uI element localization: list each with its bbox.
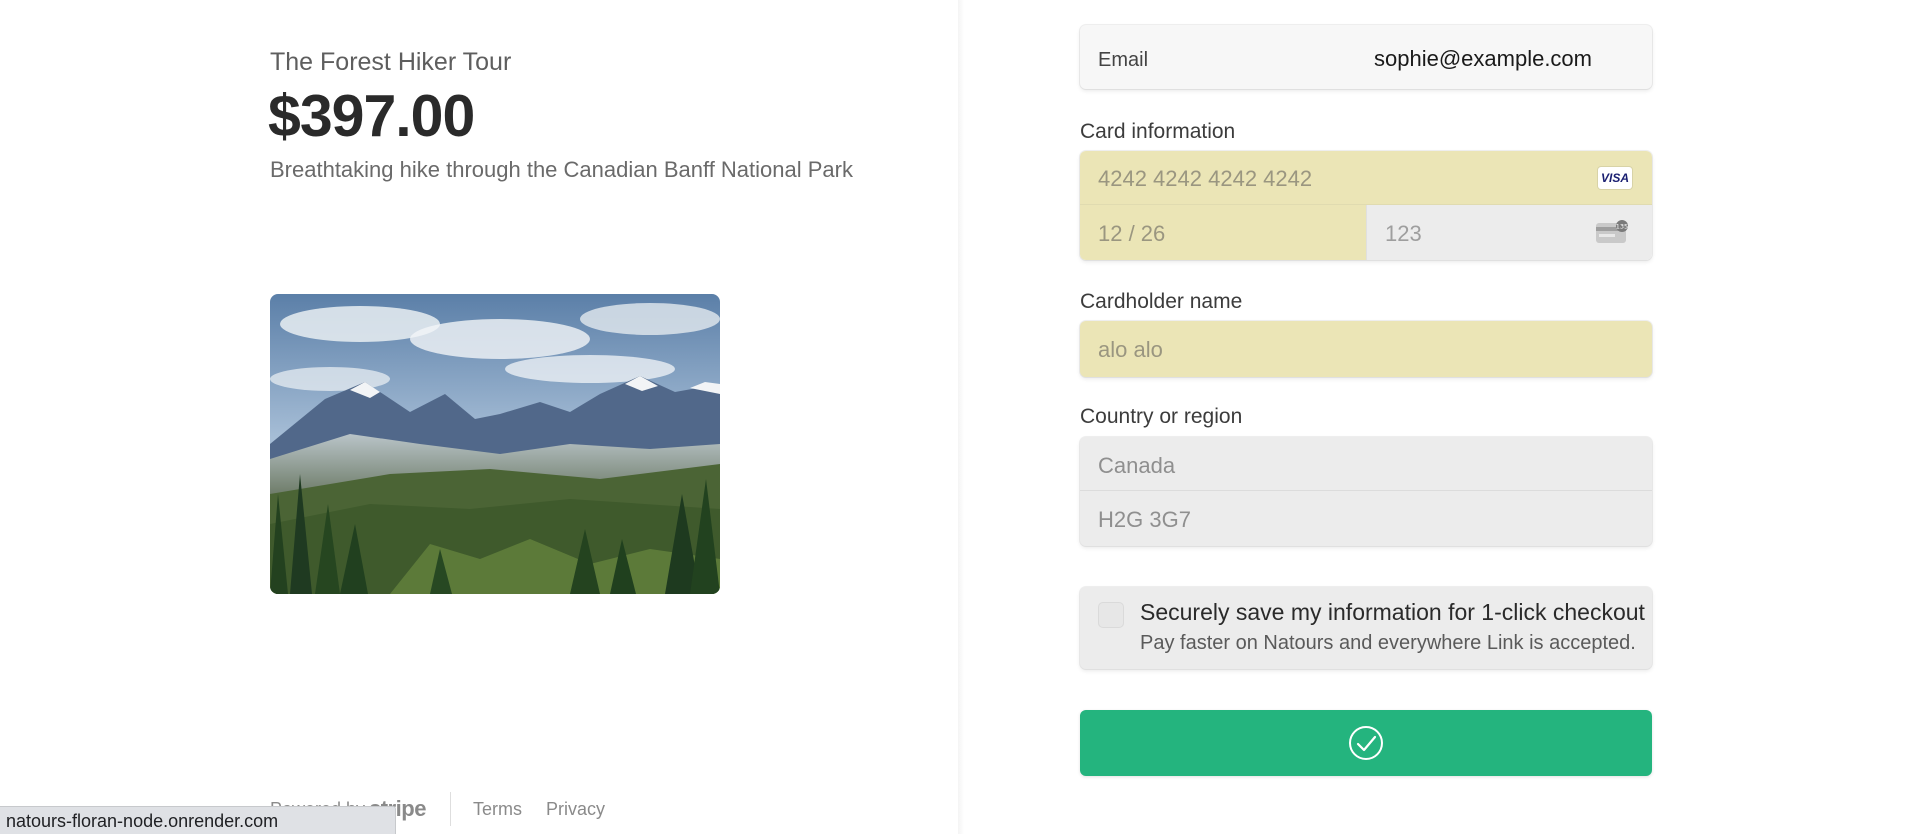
privacy-link[interactable]: Privacy [546,799,605,820]
email-field[interactable]: Email sophie@example.com [1080,25,1652,89]
postal-code-input[interactable]: H2G 3G7 [1080,491,1652,546]
save-info-title: Securely save my information for 1-click… [1140,599,1645,625]
payment-form-pane: Email sophie@example.com Card informatio… [964,0,1918,834]
product-summary-pane: The Forest Hiker Tour $397.00 Breathtaki… [0,0,958,834]
cardholder-name-label: Cardholder name [1080,290,1243,313]
card-cvc-placeholder: 123 [1385,221,1422,246]
pay-button[interactable] [1080,710,1652,776]
product-description: Breathtaking hike through the Canadian B… [270,157,853,182]
save-info-option[interactable]: Securely save my information for 1-click… [1080,587,1652,669]
postal-code-placeholder: H2G 3G7 [1098,507,1191,532]
cvc-icon-text: 135 [1616,223,1628,231]
card-cvc-icon: 135 [1596,220,1628,243]
save-info-subtitle: Pay faster on Natours and everywhere Lin… [1140,632,1636,654]
product-price: $397.00 [268,83,475,149]
footer-divider [449,792,451,826]
save-info-checkbox[interactable] [1098,602,1124,628]
country-region-group: Canada H2G 3G7 [1080,437,1652,546]
card-expiry-input[interactable]: 12 / 26 [1080,205,1366,260]
product-name: The Forest Hiker Tour [270,48,512,76]
card-expiry-placeholder: 12 / 26 [1098,221,1166,246]
browser-status-bar: natours-floran-node.onrender.com [0,806,396,834]
email-value: sophie@example.com [1374,46,1592,71]
cardholder-name-input[interactable]: alo alo [1080,321,1652,377]
cardholder-name-placeholder: alo alo [1098,337,1163,362]
visa-icon: VISA [1598,167,1632,189]
card-number-placeholder: 4242 4242 4242 4242 [1098,166,1313,191]
card-information-group: 4242 4242 4242 4242 VISA 12 / 26 123 135 [1080,151,1652,260]
card-information-label: Card information [1080,120,1236,143]
email-label: Email [1098,49,1149,71]
check-circle-icon [1349,726,1383,760]
card-cvc-input[interactable]: 123 135 [1366,205,1652,260]
terms-link[interactable]: Terms [473,799,522,820]
country-region-label: Country or region [1080,405,1243,428]
country-select[interactable]: Canada [1080,437,1652,491]
country-value: Canada [1098,453,1176,478]
product-image [270,294,720,594]
card-number-input[interactable]: 4242 4242 4242 4242 VISA [1080,151,1652,205]
